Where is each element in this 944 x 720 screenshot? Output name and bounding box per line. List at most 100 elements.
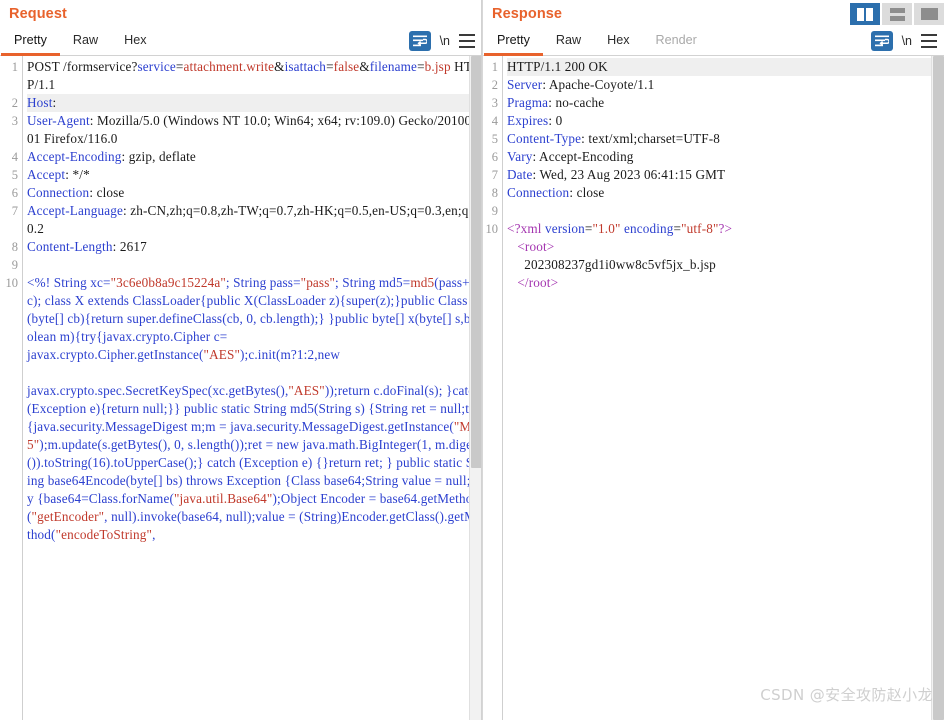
newline-toggle[interactable]: \n (440, 35, 450, 48)
code-line[interactable]: Content-Length: 2617 (27, 238, 482, 256)
code-token: : Accept-Encoding (532, 149, 634, 164)
request-pane-title: Request (9, 6, 67, 22)
code-line[interactable]: Pragma: no-cache (507, 94, 944, 112)
response-tab-pretty[interactable]: Pretty (484, 27, 543, 56)
code-token: Date (507, 167, 533, 182)
line-number: 10 (5, 276, 19, 290)
response-scroll-thumb[interactable] (933, 56, 944, 720)
code-line[interactable]: Vary: Accept-Encoding (507, 148, 944, 166)
line-number-continuation: . (0, 418, 22, 436)
hamburger-menu-icon[interactable] (921, 34, 937, 48)
response-tabbar: Pretty Raw Hex Render \n (483, 27, 944, 56)
code-line[interactable]: Accept-Language: zh-CN,zh;q=0.8,zh-TW;q=… (27, 202, 482, 238)
code-line[interactable]: Server: Apache-Coyote/1.1 (507, 76, 944, 94)
code-token: filename (369, 59, 418, 74)
code-line[interactable] (27, 256, 482, 274)
code-token: <root> (517, 239, 555, 254)
code-token: : no-cache (548, 95, 605, 110)
code-token: & (274, 59, 285, 74)
line-number: 5 (11, 168, 18, 182)
line-number-continuation: . (0, 436, 22, 454)
line-number: 6 (491, 150, 498, 164)
line-number-continuation: . (483, 238, 502, 256)
request-tab-hex[interactable]: Hex (111, 27, 159, 56)
code-token: );c.init(m?1:2,new (239, 347, 341, 362)
single-view-icon[interactable] (914, 3, 944, 25)
code-line[interactable]: Connection: close (27, 184, 482, 202)
line-number: 9 (11, 258, 18, 272)
split-view-icon[interactable] (850, 3, 880, 25)
newline-toggle[interactable]: \n (902, 35, 912, 48)
request-tab-pretty[interactable]: Pretty (1, 27, 60, 56)
rows-view-icon[interactable] (882, 3, 912, 25)
word-wrap-icon[interactable] (408, 31, 431, 51)
code-line[interactable]: Expires: 0 (507, 112, 944, 130)
request-code-area[interactable]: 1. 2 3. 4 5 6 7. 8 9 10.............. POST /forms… (0, 56, 482, 720)
code-token: <?xml (507, 221, 546, 236)
code-token: , (152, 527, 156, 542)
code-token: "pass" (300, 275, 336, 290)
code-token: HTTP/1.1 200 OK (507, 59, 608, 74)
line-number: 8 (491, 186, 498, 200)
code-line[interactable]: POST /formservice?service=attachment.wri… (27, 58, 482, 94)
code-token: "1.0" (592, 221, 621, 236)
code-token: Accept-Encoding (27, 149, 122, 164)
request-code-lines[interactable]: POST /formservice?service=attachment.wri… (23, 56, 482, 720)
line-number-continuation: . (0, 328, 22, 346)
code-token: : */* (65, 167, 90, 182)
code-token: version (545, 221, 585, 236)
word-wrap-icon[interactable] (870, 31, 893, 51)
code-line[interactable]: <?xml version="1.0" encoding="utf-8"?> <… (507, 220, 944, 292)
line-number-continuation: . (0, 454, 22, 472)
code-token: Accept-Language (27, 203, 123, 218)
code-token: attachment.write (183, 59, 275, 74)
response-tab-render[interactable]: Render (643, 27, 710, 56)
line-number: 6 (11, 186, 18, 200)
hamburger-menu-icon[interactable] (459, 34, 475, 48)
code-token: & (359, 59, 370, 74)
code-line[interactable]: Host: (27, 94, 482, 112)
code-token: Connection (507, 185, 570, 200)
code-token: md5 (410, 275, 435, 290)
code-line[interactable]: HTTP/1.1 200 OK (507, 58, 944, 76)
code-line[interactable]: Accept-Encoding: gzip, deflate (27, 148, 482, 166)
line-number: 1 (11, 60, 18, 74)
code-token: "encodeToString" (55, 527, 153, 542)
response-tab-raw[interactable]: Raw (543, 27, 594, 56)
code-token: <%! String xc= (27, 275, 111, 290)
response-tab-hex[interactable]: Hex (594, 27, 642, 56)
code-line[interactable]: Content-Type: text/xml;charset=UTF-8 (507, 130, 944, 148)
code-line[interactable]: Connection: close (507, 184, 944, 202)
code-token: : gzip, deflate (121, 149, 196, 164)
request-tab-raw[interactable]: Raw (60, 27, 111, 56)
code-token: false (333, 59, 360, 74)
line-number: 4 (11, 150, 18, 164)
response-vertical-scrollbar[interactable] (931, 56, 944, 720)
code-token: "getEncoder" (31, 509, 105, 524)
code-token: POST /formservice? (27, 59, 138, 74)
code-line[interactable]: <%! String xc="3c6e0b8a9c15224a"; String… (27, 274, 482, 544)
code-token: Host (27, 95, 53, 110)
code-line[interactable] (507, 202, 944, 220)
code-token: : 0 (548, 113, 563, 128)
code-token: </root> (517, 275, 559, 290)
code-token: service (137, 59, 176, 74)
line-number: 9 (491, 204, 498, 218)
line-number-continuation: . (0, 382, 22, 400)
line-number-continuation: . (0, 310, 22, 328)
code-line[interactable]: Date: Wed, 23 Aug 2023 06:41:15 GMT (507, 166, 944, 184)
line-number: 3 (11, 114, 18, 128)
line-number: 1 (491, 60, 498, 74)
code-line[interactable]: Accept: */* (27, 166, 482, 184)
response-pane: Response Pretty Raw Hex Render \n 1 2 3 … (482, 0, 944, 720)
code-token: : text/xml;charset=UTF-8 (581, 131, 720, 146)
code-line[interactable]: User-Agent: Mozilla/5.0 (Windows NT 10.0… (27, 112, 482, 148)
line-number: 2 (11, 96, 18, 110)
line-number-continuation: . (0, 346, 22, 364)
response-code-area[interactable]: 1 2 3 4 5 6 7 8 9 10... HTTP/1.1 200 OK Server: Ap… (483, 56, 944, 720)
code-token: Expires (507, 113, 549, 128)
request-pane: Request Pretty Raw Hex \n 1 2 3 4 5 6 7 … (0, 0, 482, 720)
code-token: ; String pass= (225, 275, 301, 290)
response-code-lines[interactable]: HTTP/1.1 200 OK Server: Apache-Coyote/1.1… (503, 56, 944, 720)
